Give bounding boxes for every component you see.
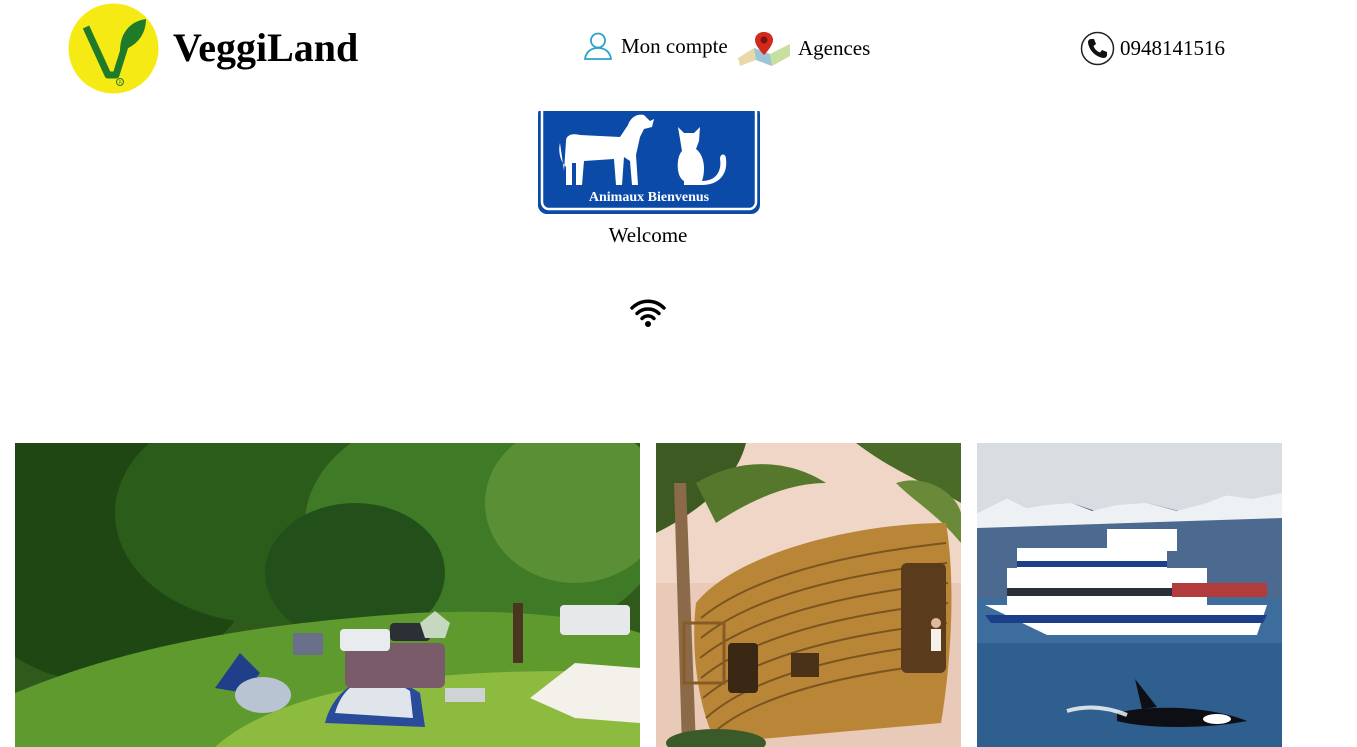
pets-welcome-sign: Animaux Bienvenus <box>536 103 762 217</box>
map-pin-icon <box>738 32 790 66</box>
svg-text:R: R <box>119 80 122 86</box>
agencies-label: Agences <box>798 36 871 60</box>
phone-contact[interactable]: 0948141516 <box>1080 30 1225 66</box>
agencies-link[interactable]: Agences <box>736 30 870 66</box>
account-link[interactable]: Mon compte <box>583 30 728 62</box>
account-label: Mon compte <box>621 34 728 58</box>
pets-sign-text: Animaux Bienvenus <box>589 190 710 205</box>
wifi-icon <box>630 298 666 328</box>
vegan-v-leaf-logo-icon: R <box>68 3 159 94</box>
camping-photo[interactable] <box>15 443 640 747</box>
veggiland-logo[interactable]: R <box>68 3 159 94</box>
whale-watching-photo[interactable] <box>977 443 1282 747</box>
treehouse-photo[interactable] <box>656 443 961 747</box>
brand-name[interactable]: VeggiLand <box>173 26 358 70</box>
welcome-text: Welcome <box>608 223 688 247</box>
phone-icon <box>1080 31 1115 65</box>
user-icon <box>583 32 613 60</box>
phone-number: 0948141516 <box>1120 36 1225 60</box>
